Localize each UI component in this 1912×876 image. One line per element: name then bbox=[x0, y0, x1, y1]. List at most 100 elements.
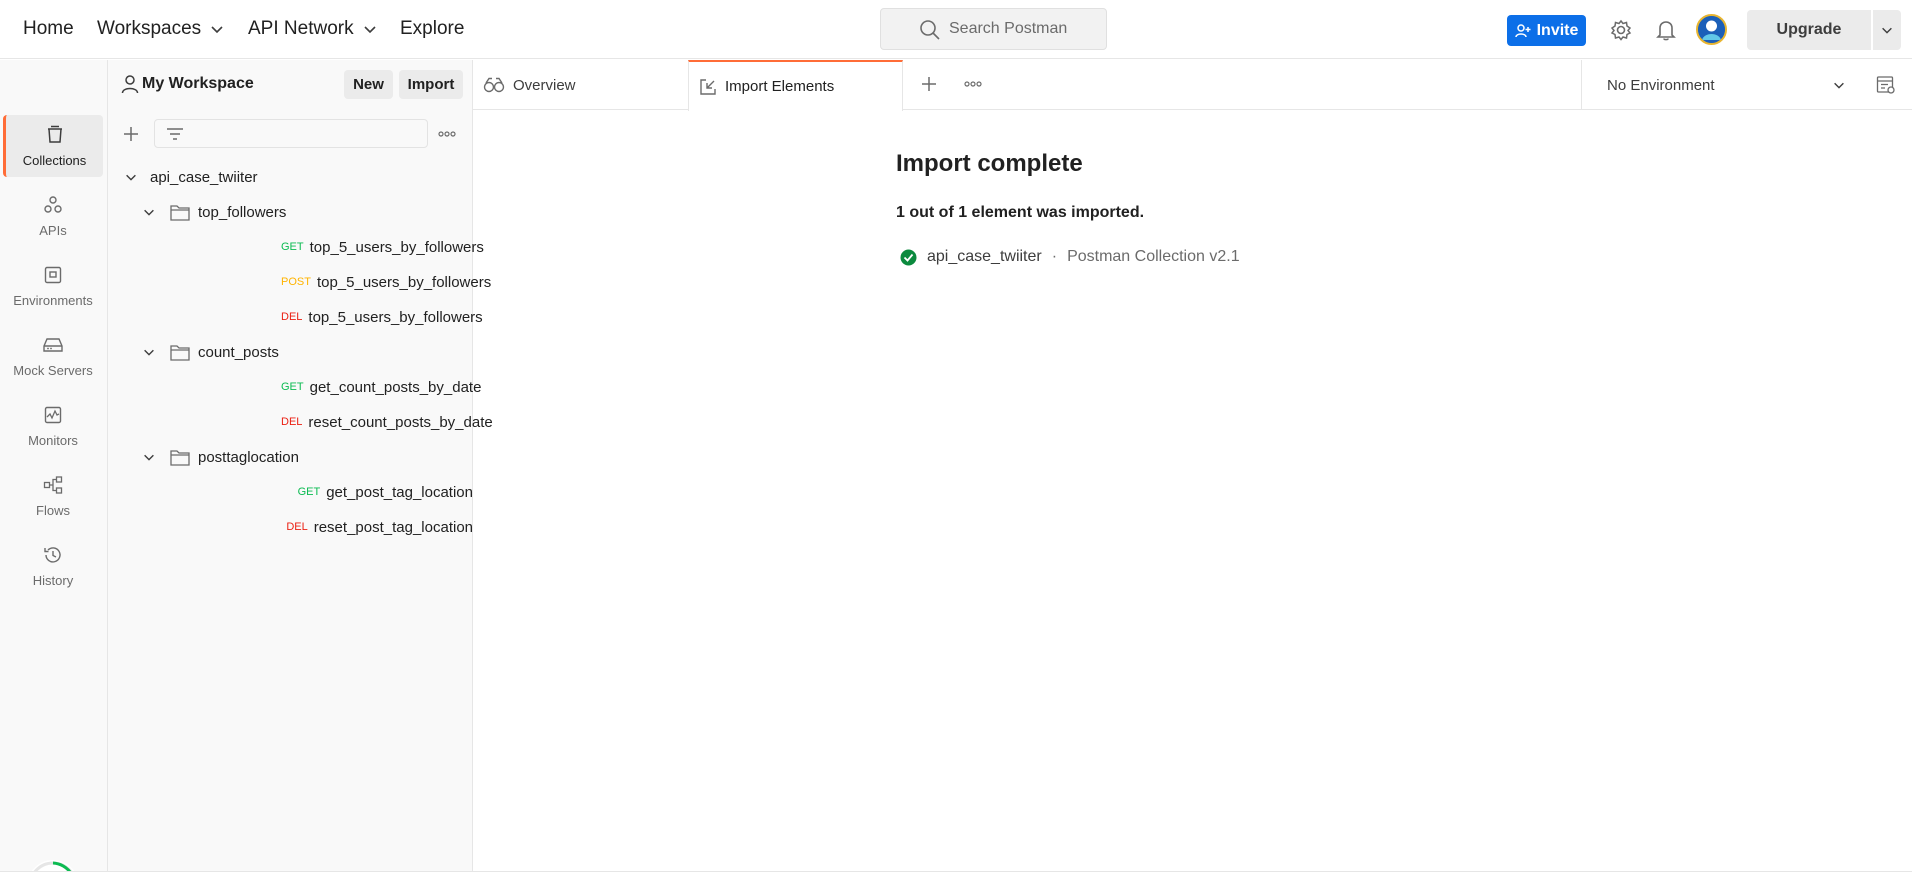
method-badge: GET bbox=[281, 241, 304, 253]
sidebar-item-collections[interactable]: Collections bbox=[3, 115, 103, 177]
filter-icon bbox=[167, 128, 183, 140]
folder-row-posttaglocation[interactable]: posttaglocation bbox=[108, 441, 473, 473]
nav-workspaces[interactable]: Workspaces bbox=[97, 18, 225, 40]
status-bar bbox=[0, 871, 1912, 876]
add-icon[interactable] bbox=[122, 125, 140, 143]
notifications-button[interactable] bbox=[1653, 17, 1679, 43]
sidebar-item-flows[interactable]: Flows bbox=[3, 465, 103, 527]
request-row[interactable]: DEL top_5_users_by_followers bbox=[108, 301, 483, 333]
request-name: reset_count_posts_by_date bbox=[308, 413, 493, 431]
request-row[interactable]: POST top_5_users_by_followers bbox=[108, 266, 491, 298]
request-name: reset_post_tag_location bbox=[313, 518, 473, 536]
request-row[interactable]: GET get_post_tag_location bbox=[108, 476, 473, 508]
sidebar-item-label: Mock Servers bbox=[13, 362, 93, 378]
nav-explore[interactable]: Explore bbox=[400, 18, 464, 40]
request-name: get_count_posts_by_date bbox=[309, 378, 482, 396]
chevron-down-icon bbox=[211, 26, 223, 34]
folder-icon bbox=[170, 204, 190, 221]
request-row[interactable]: DEL reset_count_posts_by_date bbox=[108, 406, 493, 438]
method-badge: DEL bbox=[286, 521, 308, 533]
invite-button[interactable]: Invite bbox=[1507, 15, 1586, 46]
import-button[interactable]: Import bbox=[399, 70, 463, 99]
environment-label: No Environment bbox=[1607, 76, 1715, 94]
upgrade-dropdown-button[interactable] bbox=[1873, 10, 1901, 50]
request-row[interactable]: DEL reset_post_tag_location bbox=[108, 511, 473, 543]
sidebar-item-monitors[interactable]: Monitors bbox=[3, 395, 103, 457]
bell-icon bbox=[1656, 21, 1676, 41]
request-row[interactable]: GET top_5_users_by_followers bbox=[108, 231, 484, 263]
collection-row[interactable]: api_case_twiiter bbox=[108, 161, 473, 193]
sidebar-item-label: Flows bbox=[36, 502, 70, 518]
request-name: top_5_users_by_followers bbox=[308, 308, 483, 326]
collection-name: api_case_twiiter bbox=[150, 168, 258, 186]
sidebar-item-label: APIs bbox=[39, 222, 67, 238]
folder-row-top-followers[interactable]: top_followers bbox=[108, 196, 473, 228]
sidebar-item-history[interactable]: History bbox=[3, 535, 103, 597]
filter-input[interactable] bbox=[154, 119, 428, 148]
request-row[interactable]: GET get_count_posts_by_date bbox=[108, 371, 481, 403]
method-badge: GET bbox=[281, 381, 304, 393]
search-input[interactable]: Search Postman bbox=[880, 8, 1107, 50]
chevron-down-icon bbox=[1834, 82, 1844, 89]
sidebar-item-apis[interactable]: APIs bbox=[3, 185, 103, 247]
upgrade-button[interactable]: Upgrade bbox=[1747, 10, 1871, 50]
apis-icon bbox=[44, 195, 62, 213]
workspace-title: My Workspace bbox=[142, 75, 254, 92]
chevron-down-icon[interactable] bbox=[124, 170, 138, 184]
user-avatar-icon bbox=[1698, 16, 1725, 43]
chevron-down-icon bbox=[1882, 27, 1892, 34]
sidebar-item-label: Monitors bbox=[28, 432, 78, 448]
user-icon bbox=[121, 75, 139, 94]
environments-icon bbox=[44, 266, 62, 283]
new-button[interactable]: New bbox=[344, 70, 393, 99]
nav-home[interactable]: Home bbox=[23, 18, 74, 40]
method-badge: DEL bbox=[281, 311, 303, 323]
folder-name: count_posts bbox=[198, 343, 279, 361]
method-badge: GET bbox=[297, 486, 321, 498]
new-tab-icon[interactable] bbox=[920, 75, 938, 93]
add-user-icon bbox=[1514, 23, 1531, 37]
chevron-down-icon[interactable] bbox=[142, 450, 156, 464]
mock-servers-icon bbox=[43, 337, 63, 352]
request-name: top_5_users_by_followers bbox=[316, 273, 492, 291]
imported-name: api_case_twiiter bbox=[927, 248, 1042, 265]
environment-selector[interactable]: No Environment bbox=[1581, 60, 1871, 110]
avatar[interactable] bbox=[1696, 14, 1727, 45]
sidebar-rail: Collections APIs Environments Mock Serve… bbox=[0, 60, 108, 876]
success-check-icon bbox=[900, 249, 917, 265]
nav-explore-label: Explore bbox=[400, 18, 465, 39]
import-icon bbox=[700, 78, 716, 95]
chevron-down-icon[interactable] bbox=[142, 345, 156, 359]
chevron-down-icon[interactable] bbox=[142, 205, 156, 219]
nav-api-network-label: API Network bbox=[248, 18, 354, 39]
folder-icon bbox=[170, 344, 190, 361]
sidebar-item-mock-servers[interactable]: Mock Servers bbox=[3, 325, 103, 387]
search-icon bbox=[920, 20, 940, 40]
settings-button[interactable] bbox=[1608, 17, 1634, 43]
nav-api-network[interactable]: API Network bbox=[248, 18, 378, 40]
more-options-icon[interactable] bbox=[438, 126, 456, 142]
request-name: get_post_tag_location bbox=[326, 483, 473, 501]
imported-item: api_case_twiiter · Postman Collection v2… bbox=[900, 248, 1240, 266]
history-icon bbox=[44, 546, 61, 563]
method-badge: DEL bbox=[281, 416, 303, 428]
tab-label: Import Elements bbox=[725, 78, 835, 95]
folder-row-count-posts[interactable]: count_posts bbox=[108, 336, 473, 368]
folder-icon bbox=[170, 449, 190, 466]
search-placeholder: Search Postman bbox=[949, 20, 1068, 37]
top-bar: Home Workspaces API Network Explore Sear… bbox=[0, 0, 1912, 59]
sidebar-item-environments[interactable]: Environments bbox=[3, 255, 103, 317]
gear-icon bbox=[1610, 19, 1632, 41]
sidebar-item-label: History bbox=[32, 572, 74, 588]
method-badge: POST bbox=[281, 276, 311, 288]
folder-name: top_followers bbox=[198, 203, 287, 221]
flows-icon bbox=[43, 475, 63, 494]
workspace-panel: My Workspace New Import api_case_twiiter… bbox=[108, 60, 493, 872]
import-label: Import bbox=[407, 76, 455, 93]
page-title: Import complete bbox=[896, 150, 1083, 177]
more-tabs-icon[interactable] bbox=[964, 76, 982, 92]
environment-quick-look-icon[interactable] bbox=[1876, 75, 1896, 95]
sidebar-item-label: Collections bbox=[22, 152, 87, 168]
tab-overview[interactable]: Overview bbox=[473, 60, 688, 110]
tab-import-elements[interactable]: Import Elements bbox=[688, 60, 903, 111]
